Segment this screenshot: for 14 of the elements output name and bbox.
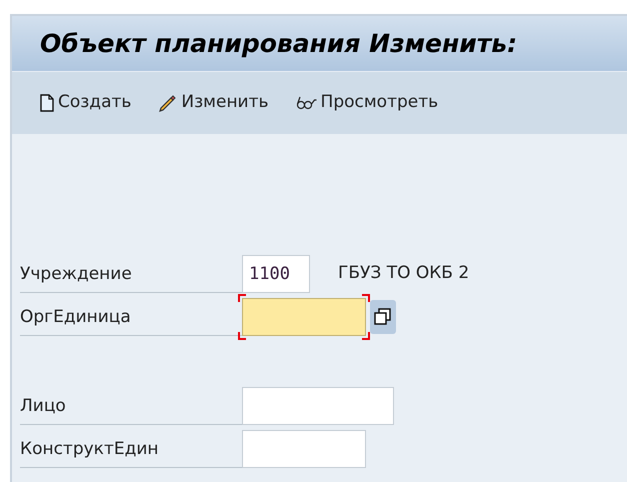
- document-icon: [40, 94, 54, 112]
- pencil-icon: [157, 93, 178, 113]
- input-field[interactable]: 1100: [242, 254, 310, 292]
- input-field[interactable]: [242, 298, 366, 336]
- input-field[interactable]: [242, 430, 366, 468]
- toolbar-button[interactable]: Просмотреть: [294, 90, 438, 116]
- window-title: Объект планирования Изменить:: [40, 28, 518, 60]
- input-field[interactable]: [242, 386, 394, 424]
- glasses-icon: [294, 95, 317, 111]
- value-help-button[interactable]: [370, 300, 396, 334]
- toolbar-button[interactable]: Изменить: [157, 90, 269, 116]
- copy-icon: [374, 308, 392, 326]
- toolbar-button[interactable]: Создать: [40, 90, 132, 116]
- field-description: ГБУЗ ТО ОКБ 2: [338, 262, 470, 285]
